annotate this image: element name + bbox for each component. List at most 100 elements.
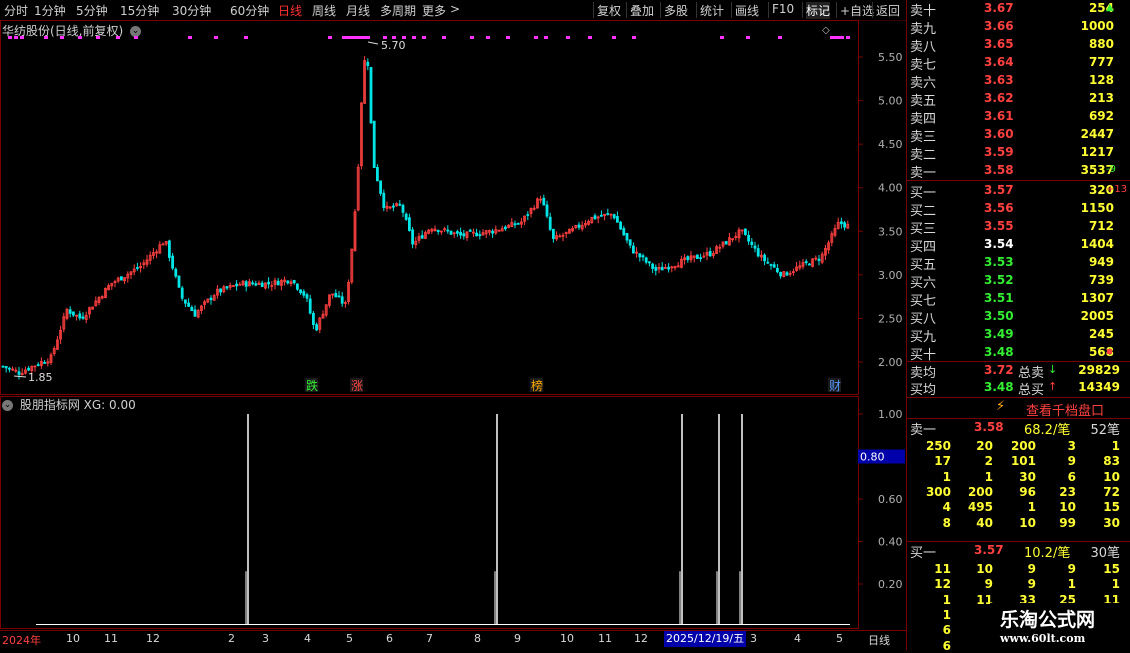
detail-cell: 1 (1027, 500, 1036, 515)
toolbar-button-2[interactable]: 多股 (664, 2, 688, 19)
candle-body (17, 371, 21, 375)
period-8[interactable]: 月线 (346, 2, 370, 19)
buy-level-4[interactable]: 买五 3.53 949 (908, 254, 1130, 273)
detail-cell: 72 (1103, 484, 1120, 499)
event-dot (8, 36, 12, 39)
order-price: 3.64 (984, 55, 1014, 69)
candle-body (593, 215, 597, 220)
event-tag[interactable]: 榜 (531, 378, 543, 393)
candle-body (372, 120, 376, 169)
toolbar-button-1[interactable]: 叠加 (630, 2, 654, 19)
period-7[interactable]: 周线 (312, 2, 336, 19)
watermark-url: www.60lt.com (1000, 632, 1086, 645)
sell-level-5[interactable]: 卖五 3.62 213 (908, 90, 1130, 109)
toolbar-separator (731, 2, 732, 18)
detail-cell: 6 (942, 638, 951, 653)
detail-cell: 23 (1059, 484, 1076, 499)
sell-level-4[interactable]: 卖六 3.63 128 (908, 72, 1130, 91)
buy-level-9[interactable]: 买十 3.48 568 ▪ (908, 344, 1130, 363)
detail-cell: 8 (942, 515, 951, 530)
candle-body (180, 287, 184, 299)
buy-level-2[interactable]: 买三 3.55 712 (908, 218, 1130, 237)
candle-body (526, 214, 530, 216)
order-level-name: 卖七 (910, 58, 937, 73)
date-label-2: 11 (104, 632, 118, 645)
period-6[interactable]: 日线 (278, 2, 302, 19)
sell-level-2[interactable]: 卖八 3.65 880 (908, 36, 1130, 55)
buy-level-8[interactable]: 买九 3.49 245 (908, 326, 1130, 345)
order-level-name: 买四 (910, 240, 937, 255)
sell-level-6[interactable]: 卖四 3.61 692 (908, 108, 1130, 127)
toolbar-button-6[interactable]: 标记 (806, 2, 831, 19)
sell-level-3[interactable]: 卖七 3.64 777 (908, 54, 1130, 73)
detail-cell: 17 (934, 454, 951, 469)
sell-level-8[interactable]: 卖二 3.59 1217 (908, 144, 1130, 163)
event-tag[interactable]: 财 (829, 379, 841, 393)
sell-level-7[interactable]: 卖三 3.60 2447 (908, 126, 1130, 145)
event-tag[interactable]: 跌 (306, 378, 318, 393)
order-level-name: 卖三 (910, 130, 937, 145)
candle-body (235, 283, 239, 287)
candle-body (302, 291, 306, 296)
buy-level-1[interactable]: 买二 3.56 1150 (908, 200, 1130, 219)
sell-level-1[interactable]: 卖九 3.66 1000 (908, 18, 1130, 37)
period-4[interactable]: 30分钟 (172, 2, 211, 19)
buy-level-6[interactable]: 买七 3.51 1307 (908, 290, 1130, 309)
period-3[interactable]: 15分钟 (120, 2, 159, 19)
period-9[interactable]: 多周期 (380, 2, 416, 19)
detail-cell: 9 (1027, 562, 1036, 576)
candle-body (366, 61, 370, 67)
sell-level-0[interactable]: 卖十 3.67 254 ▲ (908, 0, 1130, 19)
event-tag[interactable]: 涨 (351, 378, 363, 393)
order-volume: 739 (1088, 273, 1114, 287)
candle-body (398, 203, 402, 206)
candle-body (644, 257, 648, 263)
thousand-book-bar[interactable]: ⚡ 查看千档盘口 (908, 398, 1130, 419)
buy-level-0[interactable]: 买一 3.57 320 +13 (908, 182, 1130, 201)
candle-body (286, 280, 290, 284)
toolbar-button-4[interactable]: 画线 (735, 2, 759, 19)
toolbar-button-3[interactable]: 统计 (700, 2, 724, 19)
detail-cell: 30 (1019, 469, 1036, 484)
candle-body (766, 261, 770, 264)
period-0[interactable]: 分时 (4, 2, 28, 19)
order-price: 3.60 (984, 127, 1014, 141)
candle-body (219, 288, 223, 293)
toolbar-button-0[interactable]: 复权 (597, 2, 621, 19)
detail-cell: 9 (1067, 562, 1076, 576)
toolbar-button-5[interactable]: F10 (772, 2, 794, 16)
candle-body (375, 166, 379, 182)
toolbar-button-8[interactable]: 返回 (876, 2, 900, 19)
order-price: 3.53 (984, 255, 1014, 269)
order-volume: 1404 (1080, 237, 1114, 251)
candle-body (638, 253, 642, 258)
buy-level-7[interactable]: 买八 3.50 2005 (908, 308, 1130, 327)
candlestick-chart[interactable]: 5.50 5.00 4.50 4.00 3.50 3.00 2.50 2.00 ◇ 5.70 1.8… (0, 20, 906, 396)
candle-body (4, 365, 8, 369)
order-volume: 777 (1088, 55, 1114, 69)
event-dot (134, 36, 138, 39)
event-bar (830, 36, 844, 39)
period-2[interactable]: 5分钟 (76, 2, 108, 19)
event-dot (720, 36, 724, 39)
detail-cell: 6 (942, 623, 951, 638)
buy-level-5[interactable]: 买六 3.52 739 (908, 272, 1130, 291)
sell-level-9[interactable]: 卖一 3.58 3537 -9 (908, 162, 1130, 181)
thousand-book-button[interactable]: 查看千档盘口 (1026, 400, 1104, 419)
period-10[interactable]: 更多 (422, 2, 446, 19)
candle-body (776, 268, 779, 273)
candles (1, 56, 850, 380)
toolbar-button-7[interactable]: +自选 (840, 2, 874, 19)
date-cursor-box: 2025/12/19/五 (664, 631, 747, 647)
event-bar (342, 36, 368, 39)
indicator-chart[interactable]: 1.00 0.60 0.40 0.20 0.80 (0, 396, 906, 630)
buy-level-3[interactable]: 买四 3.54 1404 (908, 236, 1130, 255)
event-dot (14, 36, 18, 39)
candle-body (808, 263, 811, 266)
period-5[interactable]: 60分钟 (230, 2, 269, 19)
candle-body (628, 239, 632, 246)
period-1[interactable]: 1分钟 (34, 2, 66, 19)
more-arrow-icon[interactable]: > (450, 2, 460, 16)
detail-cell: 200 (1010, 439, 1036, 453)
candle-body (545, 204, 549, 217)
